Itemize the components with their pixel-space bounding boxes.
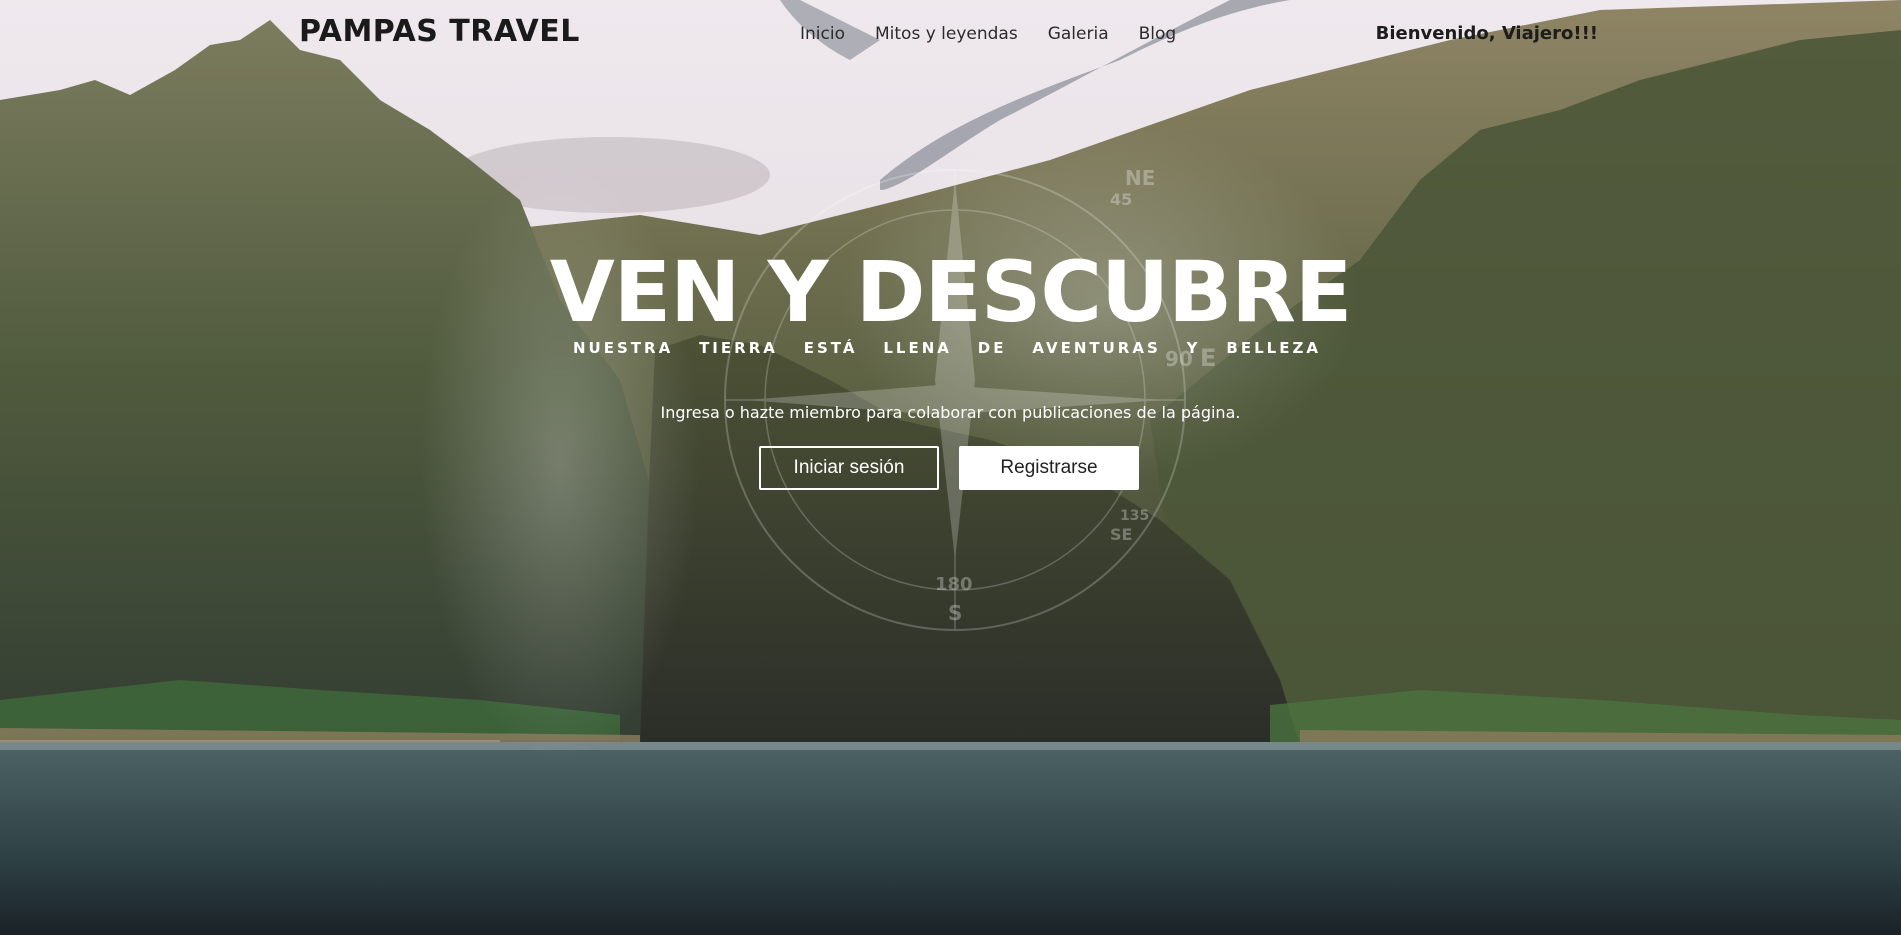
compass-mark-ne: NE — [1125, 166, 1155, 190]
tagline-word: DE — [977, 339, 1007, 357]
brand-logo[interactable]: PAMPAS TRAVEL — [299, 14, 580, 49]
hero-headline: VEN Y DESCUBRE — [549, 243, 1353, 341]
tagline-word: BELLEZA — [1226, 339, 1321, 357]
nav-link-inicio[interactable]: Inicio — [800, 24, 845, 44]
tagline-word: TIERRA — [699, 339, 778, 357]
tagline-word: AVENTURAS — [1032, 339, 1161, 357]
top-navbar: PAMPAS TRAVEL Inicio Mitos y leyendas Ga… — [0, 0, 1901, 70]
login-button[interactable]: Iniciar sesión — [759, 446, 939, 490]
nav-link-galeria[interactable]: Galeria — [1048, 24, 1109, 44]
nav-link-mitos-y-leyendas[interactable]: Mitos y leyendas — [875, 24, 1018, 44]
register-button[interactable]: Registrarse — [959, 446, 1139, 490]
tagline-word: LLENA — [883, 339, 952, 357]
nav-links: Inicio Mitos y leyendas Galeria Blog — [800, 24, 1206, 44]
compass-mark-135: 135 — [1120, 508, 1149, 524]
nav-link-blog[interactable]: Blog — [1139, 24, 1177, 44]
tagline-word: Y — [1186, 339, 1201, 357]
hero-subtext: Ingresa o hazte miembro para colaborar c… — [660, 403, 1241, 422]
background-landscape-image: NE 45 90 E 180 S SE 135 — [0, 0, 1901, 935]
tagline-word: NUESTRA — [573, 339, 674, 357]
compass-mark-se: SE — [1110, 525, 1132, 544]
compass-mark-s: S — [948, 601, 962, 625]
hero-tagline: NUESTRA TIERRA ESTÁ LLENA DE AVENTURAS Y… — [573, 339, 1321, 357]
tagline-word: ESTÁ — [803, 339, 858, 357]
hero-section: NE 45 90 E 180 S SE 135 PAMPAS TRAVEL In… — [0, 0, 1901, 935]
compass-mark-45: 45 — [1110, 190, 1132, 209]
welcome-message: Bienvenido, Viajero!!! — [1375, 23, 1598, 44]
compass-mark-180: 180 — [935, 574, 973, 595]
